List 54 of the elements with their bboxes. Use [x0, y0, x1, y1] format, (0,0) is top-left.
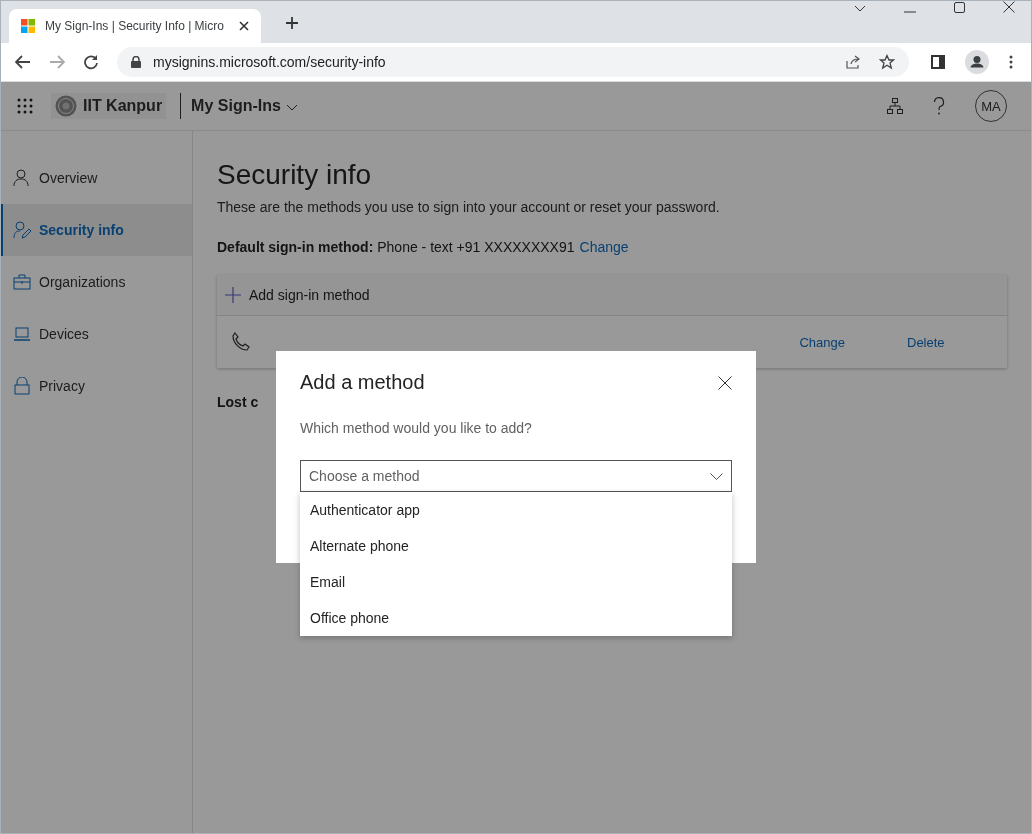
- organization-chart-icon[interactable]: [887, 98, 903, 114]
- maximize-icon[interactable]: [954, 2, 965, 13]
- laptop-icon: [13, 325, 31, 343]
- sidebar-item[interactable]: Overview: [1, 152, 192, 204]
- sidebar-item[interactable]: Privacy: [1, 360, 192, 412]
- person-pen-icon: [13, 221, 31, 239]
- url-text: mysignins.microsoft.com/security-info: [153, 54, 386, 70]
- emblem-icon: [55, 95, 77, 117]
- app-launcher-icon[interactable]: [17, 98, 33, 114]
- dropdown-option[interactable]: Authenticator app: [300, 492, 732, 528]
- chevron-down-icon: [285, 104, 298, 111]
- side-panel-icon[interactable]: [931, 55, 945, 69]
- browser-tab[interactable]: My Sign-Ins | Security Info | Micro: [9, 9, 261, 43]
- action-link[interactable]: Delete: [907, 334, 947, 350]
- profile-icon[interactable]: [965, 50, 989, 74]
- sidebar-item[interactable]: Devices: [1, 308, 192, 360]
- new-tab-icon[interactable]: [285, 16, 299, 30]
- address-bar[interactable]: mysignins.microsoft.com/security-info: [117, 47, 909, 77]
- lock-icon: [13, 377, 31, 395]
- close-icon[interactable]: [239, 21, 249, 31]
- add-method-button[interactable]: Add sign-in method: [217, 275, 1007, 316]
- plus-icon: [225, 287, 241, 303]
- star-icon[interactable]: [879, 54, 895, 70]
- person-icon: [13, 169, 31, 187]
- dropdown-option[interactable]: Email: [300, 564, 732, 600]
- close-icon[interactable]: [718, 375, 732, 390]
- share-icon[interactable]: [845, 54, 861, 70]
- dialog-title: Add a method: [300, 371, 425, 394]
- reload-icon[interactable]: [83, 54, 99, 70]
- briefcase-icon: [13, 273, 31, 291]
- organization-name: IIT Kanpur: [83, 97, 163, 115]
- close-icon[interactable]: [1003, 1, 1015, 13]
- lock-icon: [131, 56, 141, 68]
- help-icon[interactable]: [933, 97, 945, 115]
- chevron-down-icon[interactable]: [854, 5, 866, 13]
- dropdown-option[interactable]: Alternate phone: [300, 528, 732, 564]
- chevron-down-icon: [710, 472, 723, 480]
- windows-logo-icon: [21, 19, 35, 33]
- back-arrow-icon[interactable]: [15, 55, 31, 69]
- app-switcher[interactable]: My Sign-Ins: [191, 97, 298, 115]
- page-description: These are the methods you use to sign into your account or reset your password.: [217, 199, 721, 215]
- action-link[interactable]: Change: [799, 334, 845, 350]
- change-link[interactable]: Change: [579, 239, 629, 255]
- dropdown-option[interactable]: Office phone: [300, 600, 732, 636]
- phone-icon: [231, 332, 251, 352]
- page-title: Security info: [217, 159, 373, 191]
- lost-device-text: Lost c: [217, 394, 260, 410]
- tab-title: My Sign-Ins | Security Info | Micro: [45, 19, 225, 33]
- dialog-question: Which method would you like to add?: [300, 420, 533, 436]
- sidebar-item[interactable]: Organizations: [1, 256, 192, 308]
- more-icon[interactable]: [1009, 55, 1013, 69]
- method-dropdown[interactable]: Choose a method: [300, 460, 732, 492]
- default-method-text: Default sign-in method: Phone - text +91 XXXXXXXX91: [217, 239, 575, 255]
- sidebar-item[interactable]: Security info: [1, 204, 192, 256]
